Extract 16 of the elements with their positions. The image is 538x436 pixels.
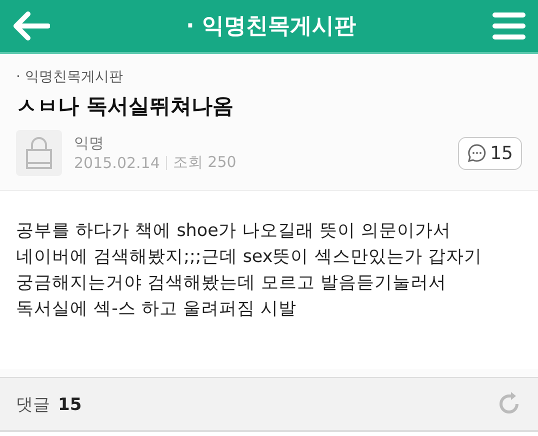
comments-label: 댓글 (16, 394, 50, 416)
comment-count: 15 (58, 394, 82, 414)
board-name: · 익명친목게시판 (16, 68, 124, 86)
comment-count-button[interactable]: 15 (458, 136, 522, 170)
lock-icon (25, 136, 53, 170)
header-title: · 익명친목게시판 (186, 13, 356, 41)
speech-bubble-icon (467, 143, 488, 163)
back-button[interactable] (12, 11, 50, 41)
author-name: 익명 (74, 134, 105, 153)
menu-button[interactable] (492, 11, 526, 41)
post-title: ㅅㅂ나 독서실뛰쳐나옴 (16, 93, 234, 120)
back-arrow-icon (12, 11, 50, 41)
post-body: 공부를 하다가 책에 shoe가 나오길래 뜻이 의문이가서 네이버에 검색해봤지;;;근데 sex뜻이 섹스만있는가 갑자기 궁금해지는거야 검색해봤는데 모르고 발음듣기눌러서 독서실에 섹-스 하고 울려퍼짐 시발 (16, 220, 483, 321)
post-date: 2015.02.14 (74, 154, 160, 172)
menu-icon (492, 11, 526, 41)
view-count: 조회 250 (172, 153, 236, 172)
